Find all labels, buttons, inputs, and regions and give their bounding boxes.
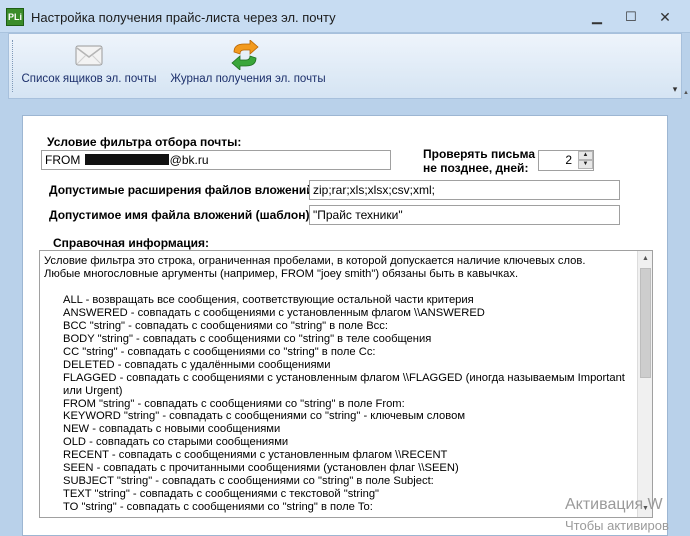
redacted-address <box>84 154 169 165</box>
info-item: OLD - совпадать со старыми сообщениями <box>63 436 289 449</box>
info-intro-line: Условие фильтра это строка, ограниченная… <box>44 255 586 267</box>
minimize-button[interactable]: ▁ <box>583 6 611 28</box>
check-days-value[interactable]: 2 <box>539 151 577 170</box>
check-days-stepper[interactable]: 2 ▲ ▼ <box>538 150 594 171</box>
extensions-input[interactable]: zip;rar;xls;xlsx;csv;xml; <box>309 180 620 200</box>
scroll-up-icon[interactable]: ▲ <box>638 251 652 267</box>
info-item: BODY "string" - совпадать с сообщениями … <box>63 332 432 345</box>
mailbox-list-label: Список ящиков эл. почты <box>21 73 157 85</box>
activation-watermark-text: Чтобы активиров <box>565 518 669 533</box>
scroll-thumb[interactable] <box>640 268 651 378</box>
filter-value-prefix: FROM <box>45 153 84 167</box>
check-days-label-line1: Проверять письма <box>423 147 536 161</box>
info-item: NEW - совпадать с новыми сообщениями <box>63 423 281 436</box>
mail-journal-label: Журнал получения эл. почты <box>170 73 326 85</box>
info-item: BCC "string" - совпадать с сообщениями с… <box>63 319 388 332</box>
check-days-label: Проверять письма не позднее, дней: <box>423 147 535 175</box>
activation-watermark-title: Активация W <box>565 496 663 513</box>
filter-input[interactable]: FROM @bk.ru <box>41 150 391 170</box>
info-item: ALL - возвращать все сообщения, соответс… <box>63 293 474 306</box>
window-scroll-up-icon[interactable]: ▲ <box>683 90 690 96</box>
app-icon: PLi <box>6 8 24 26</box>
reference-info-textbox[interactable]: Условие фильтра это строка, ограниченная… <box>39 250 653 518</box>
filename-pattern-label: Допустимое имя файла вложений (шаблон): <box>49 208 314 222</box>
info-blank-line <box>44 281 632 294</box>
sync-arrows-icon <box>231 40 259 70</box>
settings-panel: Условие фильтра отбора почты: FROM @bk.r… <box>22 115 668 536</box>
info-item: CC "string" - совпадать с сообщениями со… <box>63 345 376 358</box>
info-item: TEXT "string" - совпадать с сообщениями … <box>63 488 380 501</box>
info-item: SEEN - совпадать с прочитанными сообщени… <box>63 462 459 475</box>
reference-info-text: Условие фильтра это строка, ограниченная… <box>44 255 632 514</box>
info-item: TO "string" - совпадать с сообщениями со… <box>63 501 373 514</box>
window-title: Настройка получения прайс-листа через эл… <box>31 10 336 25</box>
info-item: KEYWORD "string" - совпадать с сообщения… <box>63 410 466 423</box>
info-item: DELETED - совпадать с удалёнными сообщен… <box>63 358 331 371</box>
filter-label: Условие фильтра отбора почты: <box>47 135 242 149</box>
title-bar: PLi Настройка получения прайс-листа чере… <box>0 0 690 33</box>
stepper-down-icon[interactable]: ▼ <box>578 160 593 169</box>
info-item: ANSWERED - совпадать с сообщениями с уст… <box>63 306 485 319</box>
stepper-up-icon[interactable]: ▲ <box>578 151 593 160</box>
info-item: SUBJECT "string" - совпадать с сообщения… <box>63 475 434 488</box>
info-item: FLAGGED - совпадать с сообщениями с уста… <box>63 371 625 397</box>
filter-value-suffix: @bk.ru <box>169 153 209 167</box>
mail-journal-button[interactable]: Журнал получения эл. почты <box>167 38 329 94</box>
envelope-icon <box>75 45 103 66</box>
close-button[interactable]: ✕ <box>651 6 679 28</box>
filename-pattern-input[interactable]: "Прайс техники" <box>309 205 620 225</box>
info-intro-line: Любые многословные аргументы (например, … <box>44 267 519 280</box>
info-item: RECENT - совпадать с сообщениями с устан… <box>63 449 448 462</box>
extensions-label: Допустимые расширения файлов вложений: <box>49 183 318 197</box>
toolbar: Список ящиков эл. почты Журнал получения… <box>8 33 682 99</box>
check-days-label-line2: не позднее, дней: <box>423 161 529 175</box>
mailbox-list-button[interactable]: Список ящиков эл. почты <box>19 38 159 94</box>
info-item: FROM "string" - совпадать с сообщениями … <box>63 397 405 410</box>
reference-info-label: Справочная информация: <box>53 236 210 250</box>
toolbar-overflow-icon[interactable]: ▾ <box>669 84 681 96</box>
reference-info-scrollbar[interactable]: ▲ ▼ <box>637 251 652 517</box>
maximize-button[interactable]: ☐ <box>617 6 645 28</box>
toolbar-grip[interactable] <box>12 40 15 92</box>
